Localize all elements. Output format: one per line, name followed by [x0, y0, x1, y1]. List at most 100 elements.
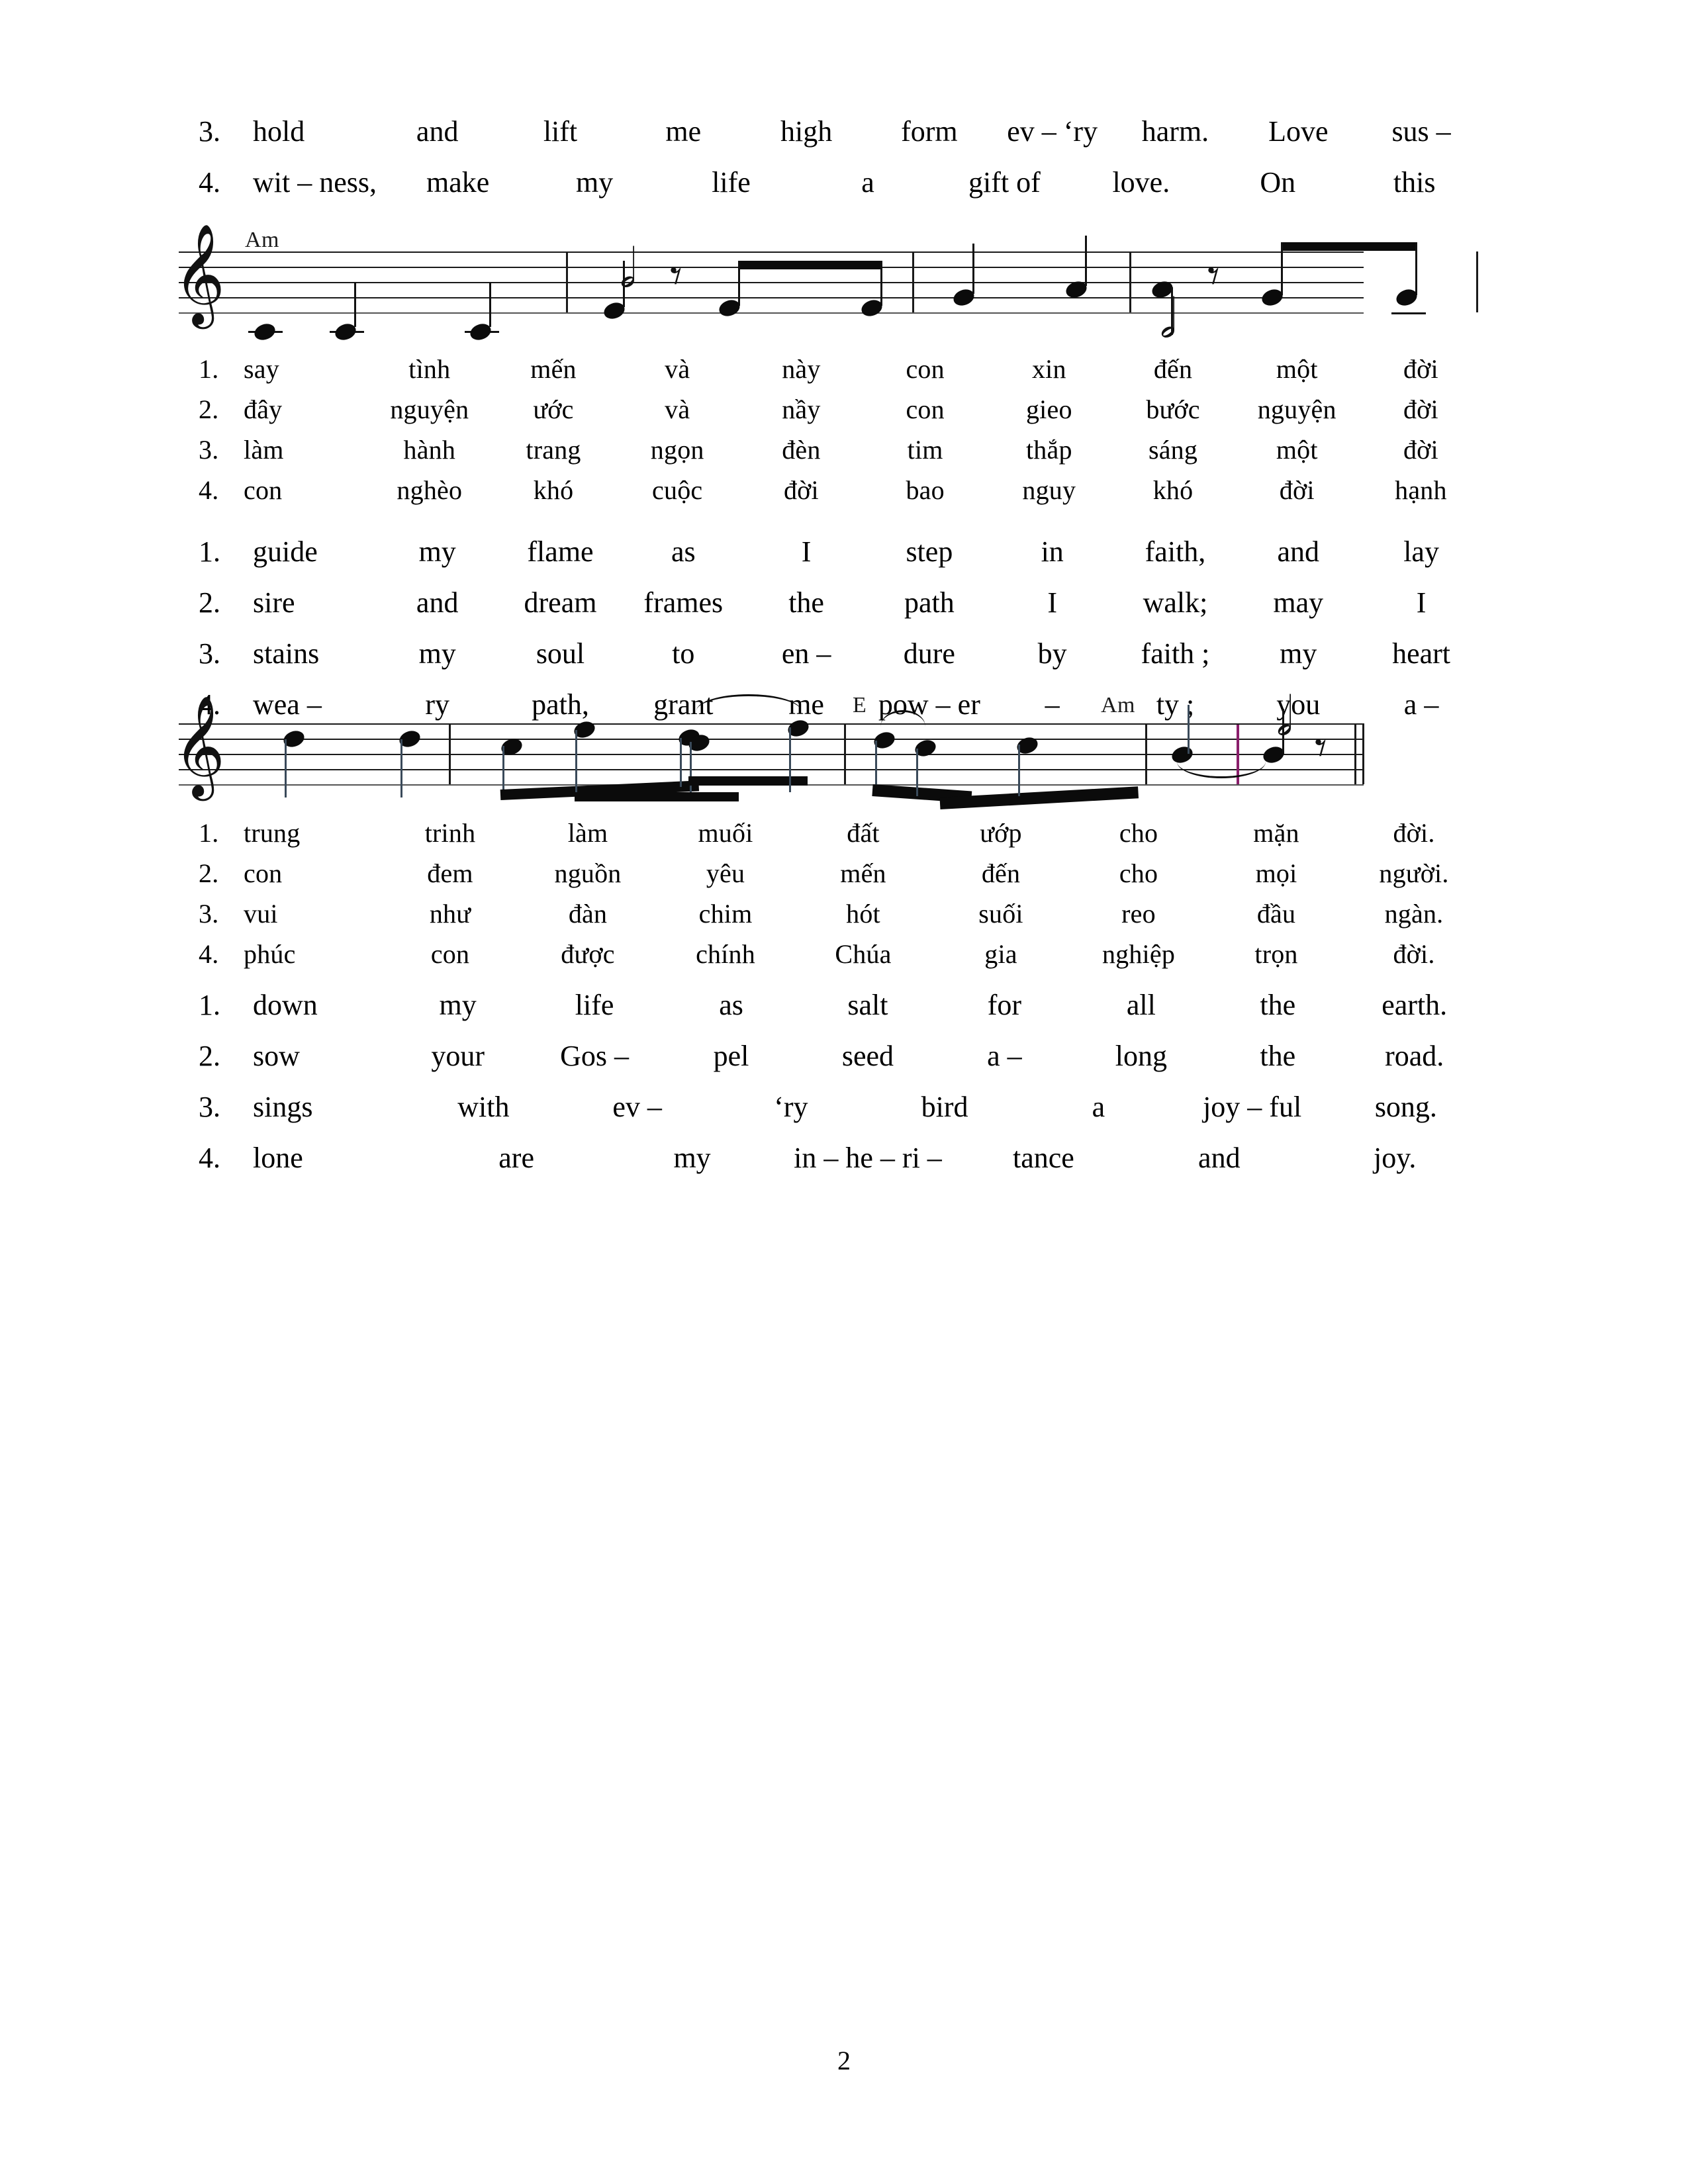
lyric-syllable: tance	[1012, 1142, 1074, 1174]
lyric-syllable: my	[673, 1142, 711, 1174]
lyric-syllable: reo	[1121, 899, 1156, 929]
note-stem	[285, 739, 287, 797]
lyric-line: 4. lone are my in – he – ri – tance and joy.	[199, 1132, 1483, 1183]
lyric-syllable: đến	[1153, 354, 1193, 384]
lyric-syllable: mặn	[1253, 818, 1299, 848]
lyric-syllable: tim	[907, 435, 943, 465]
lyric-syllable: say	[244, 354, 279, 384]
note-stem	[400, 739, 402, 797]
barline	[1145, 723, 1147, 784]
lyric-syllable: for	[987, 989, 1022, 1021]
lyric-syllable: life	[712, 166, 751, 199]
lyric-syllable: đèn	[782, 435, 821, 465]
lyric-syllable: đời	[1279, 475, 1315, 505]
verse-number: 1.	[199, 989, 220, 1021]
lyrics-block-english-2: 1. down my life as salt for all the earth. 2. sow yo…	[199, 979, 1483, 1183]
page-number: 2	[837, 2046, 851, 2075]
lyric-syllable: a –	[987, 1040, 1022, 1072]
lyric-syllable: a	[1092, 1091, 1105, 1123]
note-stem	[680, 738, 682, 787]
lyric-syllable: bird	[921, 1091, 968, 1123]
lyric-syllable: ước	[533, 394, 574, 424]
staff-system-2: 𝄞 E Am 𝅗𝅥 𝄾	[173, 690, 1496, 816]
chord-symbol-e: E	[853, 693, 867, 717]
eighth-rest-icon: 𝄾	[670, 249, 682, 303]
lyric-syllable: ev – ‘ry	[1007, 115, 1098, 148]
lyric-syllable: life	[575, 989, 614, 1021]
lyric-syllable: the	[788, 586, 824, 619]
lyric-line: 2. đây nguyện ước và nầy con gieo bước nguyện đời	[199, 389, 1483, 430]
lyric-syllable: path,	[532, 688, 589, 721]
lyric-syllable: đời	[1403, 354, 1438, 384]
lyric-syllable: lone	[253, 1142, 303, 1174]
lyric-line: 2. sow your Gos – pel seed a – long the road.	[199, 1030, 1483, 1081]
note-stem	[1085, 236, 1087, 286]
lyric-syllable: như	[429, 899, 471, 929]
lyric-syllable: trinh	[424, 818, 476, 848]
note-stem	[575, 730, 577, 794]
lyric-syllable: soul	[536, 637, 585, 670]
beam	[1281, 242, 1417, 251]
lyric-syllable: một	[1276, 354, 1318, 384]
lyrics-block-vietnamese-2: 1. trung trinh làm muối đất ướp cho mặn đời. 2. con…	[199, 813, 1483, 974]
lyric-line: 1. down my life as salt for all the earth.	[199, 979, 1483, 1030]
note-stem	[1281, 242, 1283, 295]
chord-symbol-am-1: Am	[245, 228, 279, 252]
lyric-syllable: salt	[847, 989, 888, 1021]
lyric-syllable: sings	[253, 1091, 313, 1123]
note-stem	[502, 746, 504, 795]
note-stem	[354, 282, 356, 327]
lyric-syllable: and	[416, 586, 459, 619]
lyric-syllable: all	[1126, 989, 1156, 1021]
lyric-syllable: vui	[244, 899, 278, 929]
lyric-syllable: đời	[783, 475, 819, 505]
lyric-syllable: hold	[253, 115, 305, 148]
verse-number: 3.	[199, 115, 220, 148]
eighth-rest-icon: 𝄾	[1207, 249, 1220, 303]
lyric-syllable: in – he – ri –	[794, 1142, 942, 1174]
lyric-syllable: faith ;	[1141, 637, 1210, 670]
beam	[939, 786, 1139, 809]
lyric-syllable: to	[672, 637, 695, 670]
lyric-syllable: a –	[1403, 688, 1439, 721]
lyric-syllable: down	[253, 989, 318, 1021]
lyric-syllable: nguồn	[554, 858, 622, 888]
lyric-syllable: khó	[533, 475, 574, 505]
lyric-syllable: seed	[841, 1040, 894, 1072]
lyric-syllable: gift of	[968, 166, 1041, 199]
lyric-syllable: path	[904, 586, 955, 619]
lyric-syllable: form	[901, 115, 958, 148]
lyric-syllable: một	[1276, 435, 1318, 465]
lyric-line: 3. stains my soul to en – dure by faith ; my heart	[199, 628, 1483, 679]
lyric-syllable: me	[665, 115, 702, 148]
lyric-syllable: làm	[567, 818, 608, 848]
lyric-syllable: đến	[981, 858, 1021, 888]
lyric-syllable: guide	[253, 535, 318, 568]
lyrics-block-vietnamese-1: 1. say tình mến và này con xin đến một đời 2. đây ngu…	[199, 349, 1483, 510]
verse-number: 2.	[199, 394, 219, 424]
verse-number: 3.	[199, 1091, 220, 1123]
lyric-syllable: joy – ful	[1203, 1091, 1302, 1123]
lyric-syllable: cuộc	[652, 475, 703, 505]
note-stem	[880, 261, 882, 306]
lyric-syllable: sow	[253, 1040, 300, 1072]
lyric-syllable: as	[671, 535, 696, 568]
lyric-syllable: wit – ness,	[253, 166, 377, 199]
treble-clef-icon: 𝄞	[173, 223, 226, 325]
lyric-syllable: road.	[1385, 1040, 1444, 1072]
lyric-syllable: ngàn.	[1384, 899, 1444, 929]
lyric-syllable: con	[906, 354, 945, 384]
lyric-syllable: nguy	[1022, 475, 1076, 505]
staff-line	[179, 723, 1364, 725]
lyric-syllable: sáng	[1148, 435, 1198, 465]
barline	[449, 723, 451, 784]
staff-line	[179, 251, 1364, 253]
beam	[738, 261, 882, 269]
lyric-syllable: this	[1393, 166, 1436, 199]
lyric-syllable: my	[418, 535, 456, 568]
lyric-syllable: my	[418, 637, 456, 670]
lyric-syllable: tình	[408, 354, 451, 384]
lyric-syllable: harm.	[1141, 115, 1209, 148]
lyric-syllable: suối	[978, 899, 1023, 929]
lyric-syllable: phúc	[244, 939, 296, 969]
